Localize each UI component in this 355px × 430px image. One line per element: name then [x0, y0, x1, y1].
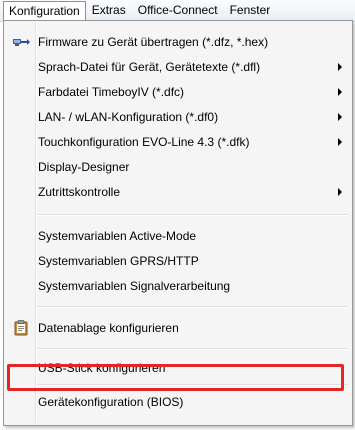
- menu-item-label: Zutrittskontrolle: [38, 185, 121, 199]
- menu-item-label: Systemvariablen Active-Mode: [38, 229, 197, 243]
- menu-item-label: Touchkonfiguration EVO-Line 4.3 (*.dfk): [38, 135, 250, 149]
- menu-item-label: Gerätekonfiguration (BIOS): [38, 395, 184, 409]
- menubar-konfiguration[interactable]: Konfiguration: [3, 0, 86, 21]
- menu-item-systemvariablen-signalverarbeitung[interactable]: Systemvariablen Signalverarbeitung: [6, 274, 350, 298]
- menu-item-label: Farbdatei TimeboyIV (*.dfc): [38, 85, 185, 99]
- menubar-office-connect[interactable]: Office-Connect: [132, 1, 224, 20]
- submenu-arrow-icon: [338, 88, 342, 96]
- menu-item-label: Systemvariablen Signalverarbeitung: [38, 279, 231, 293]
- menu-separator: [37, 348, 348, 350]
- highlight-box: [7, 364, 344, 391]
- menubar-extras[interactable]: Extras: [86, 1, 132, 20]
- submenu-arrow-icon: [338, 63, 342, 71]
- menu-item-geraetekonfiguration-bios[interactable]: Gerätekonfiguration (BIOS): [6, 390, 350, 414]
- menu-item-zutrittskontrolle[interactable]: Zutrittskontrolle: [6, 180, 350, 204]
- menu-item-display-designer[interactable]: Display-Designer: [6, 155, 350, 179]
- app-window: Konfiguration Extras Office-Connect Fens…: [0, 0, 355, 430]
- menu-item-sprach-datei[interactable]: Sprach-Datei für Gerät, Gerätetexte (*.d…: [6, 55, 350, 79]
- menu-item-label: Firmware zu Gerät übertragen (*.dfz, *.h…: [38, 35, 269, 49]
- submenu-arrow-icon: [338, 138, 342, 146]
- menu-item-systemvariablen-active-mode[interactable]: Systemvariablen Active-Mode: [6, 224, 350, 248]
- menu-item-label: Systemvariablen GPRS/HTTP: [38, 254, 199, 268]
- submenu-arrow-icon: [338, 188, 342, 196]
- menu-item-label: Datenablage konfigurieren: [38, 321, 179, 335]
- firmware-transfer-icon: [12, 34, 30, 50]
- menu-item-lan-wlan-konfiguration[interactable]: LAN- / wLAN-Konfiguration (*.df0): [6, 105, 350, 129]
- menu-item-datenablage-konfigurieren[interactable]: Datenablage konfigurieren: [6, 316, 350, 340]
- clipboard-icon: [12, 320, 30, 336]
- menu-item-touchkonfiguration[interactable]: Touchkonfiguration EVO-Line 4.3 (*.dfk): [6, 130, 350, 154]
- menu-item-label: Display-Designer: [38, 160, 130, 174]
- menu-item-farbdatei[interactable]: Farbdatei TimeboyIV (*.dfc): [6, 80, 350, 104]
- menu-item-label: Sprach-Datei für Gerät, Gerätetexte (*.d…: [38, 60, 261, 74]
- menu-separator: [37, 306, 348, 308]
- menu-bar: Konfiguration Extras Office-Connect Fens…: [0, 0, 355, 22]
- submenu-arrow-icon: [338, 113, 342, 121]
- menu-item-label: LAN- / wLAN-Konfiguration (*.df0): [38, 110, 219, 124]
- menubar-fenster[interactable]: Fenster: [224, 1, 277, 20]
- menu-separator: [37, 214, 348, 216]
- menu-item-systemvariablen-gprs-http[interactable]: Systemvariablen GPRS/HTTP: [6, 249, 350, 273]
- menu-item-firmware-transfer[interactable]: Firmware zu Gerät übertragen (*.dfz, *.h…: [6, 30, 350, 54]
